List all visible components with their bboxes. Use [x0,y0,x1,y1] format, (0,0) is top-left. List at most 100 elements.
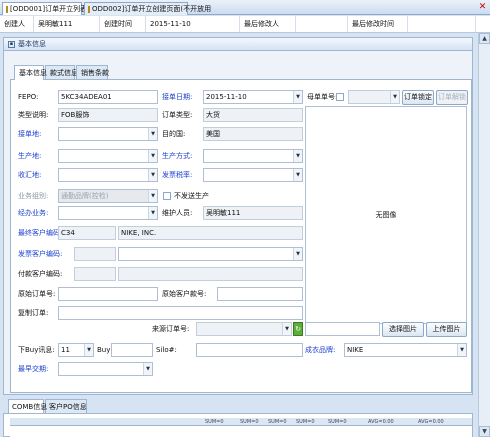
chevron-down-icon[interactable]: ▼ [293,150,302,162]
scroll-up-icon[interactable]: ▲ [479,33,490,44]
document-icon [6,5,8,13]
final-cust-label: 最终客户编码: [18,229,63,237]
tab-customer-po-info[interactable]: 客户PO信息 [45,399,87,413]
order-date-picker[interactable]: 2015-11-10 ▼ [203,90,303,104]
unlock-order-button[interactable]: 订单解锁 [436,90,468,105]
chevron-down-icon[interactable]: ▼ [457,344,466,356]
dest-label: 目的国: [162,130,186,138]
avg-cell: AVG=0.00 [368,419,394,425]
chevron-down-icon[interactable]: ▼ [148,169,157,181]
page-scrollbar[interactable] [478,33,490,437]
type-desc-label: 类型说明: [18,111,49,119]
product-image-placeholder: 无图像 [305,106,467,324]
refresh-icon[interactable]: ↻ [293,322,303,336]
sum-cell: SUM=0 [205,419,224,425]
modified-value [408,16,476,32]
earliest-date-label: 最早交期: [18,365,49,373]
orig-cust-style-label: 原始客户款号: [162,290,207,298]
close-icon[interactable]: ✕ [477,2,488,13]
receipt-place-label: 收汇地: [18,171,42,179]
chevron-down-icon[interactable]: ▼ [148,207,157,219]
sum-cell: SUM=0 [240,419,259,425]
silo-field[interactable] [196,343,303,357]
order-place-label: 接单地: [18,130,42,138]
biz-group-select[interactable]: 通勤品牌(控检) ▼ [58,189,158,203]
created-label: 创建时间 [100,16,146,32]
scroll-down-icon[interactable]: ▼ [479,426,490,437]
tab-label: 客户PO信息 [49,403,87,411]
tab-comb-info[interactable]: COMB信息 [8,399,48,413]
payer-cust-name-field[interactable] [118,267,303,281]
upload-image-button[interactable]: 上传图片 [426,322,467,337]
tab-style-info[interactable]: 款式信息 [45,65,78,79]
image-path-field[interactable] [305,322,380,336]
chevron-down-icon[interactable]: ▼ [148,150,157,162]
creator-label: 创建人 [0,16,34,32]
chevron-down-icon[interactable]: ▼ [293,169,302,181]
invoice-tax-select[interactable]: ▼ [203,168,303,182]
lock-order-button[interactable]: 订单锁定 [402,90,434,105]
prod-place-select[interactable]: ▼ [58,149,158,163]
receipt-place-select[interactable]: ▼ [58,168,158,182]
orig-order-field[interactable] [58,287,158,301]
tab-basic-info[interactable]: 基本信息 [14,65,47,80]
avg-cell: AVG=0.00 [418,419,444,425]
buy-info-label: 下Buy讯息: [18,346,55,354]
chevron-down-icon[interactable]: ▼ [148,128,157,140]
type-desc-field: FOB服饰 [58,108,158,122]
tab-label: 基本信息 [19,69,47,77]
window-tab-order-create[interactable]: ODD002]订单开立创建页面(不开放用 [84,2,211,15]
brand-label: 成衣品牌: [305,346,336,354]
dest-field: 美国 [203,127,303,141]
document-icon [88,5,90,13]
no-ship-checkbox[interactable] [163,192,171,200]
buy-period-select[interactable]: 11 ▼ [58,343,94,357]
biz-group-value: 通勤品牌(控检) [61,192,109,200]
buy-field[interactable] [111,343,153,357]
orig-cust-style-field[interactable] [217,287,303,301]
brand-select[interactable]: NIKE ▼ [344,343,467,357]
panel-header[interactable]: ▪ 基本信息 [3,37,473,51]
brand-value: NIKE [347,346,364,354]
chevron-down-icon[interactable]: ▼ [84,344,93,356]
chevron-down-icon[interactable]: ▼ [148,190,157,202]
select-image-button[interactable]: 选择图片 [382,322,424,337]
modifier-value [296,16,348,32]
fepo-label: FEPO: [18,93,39,101]
invoice-cust-select[interactable]: ▼ [118,247,303,261]
order-type-field: 大货 [203,108,303,122]
prod-place-label: 生产地: [18,152,42,160]
source-order-label: 来源订单号: [152,325,190,333]
chevron-down-icon[interactable]: ▼ [143,363,152,375]
earliest-date-picker[interactable]: ▼ [58,362,153,376]
mother-order-select[interactable]: ▼ [348,90,400,104]
copy-order-field[interactable] [58,306,303,320]
source-order-select[interactable]: ▼ [196,322,292,336]
window-tab-label: ODD002]订单开立创建页面(不开放用 [92,5,212,13]
chevron-down-icon[interactable]: ▼ [293,91,302,103]
order-date-value: 2015-11-10 [206,93,247,101]
tab-label: 款式信息 [50,69,78,77]
biz-group-label: 业务组别: [18,192,49,200]
modifier-label: 最后修改人 [240,16,296,32]
payer-cust-code-field[interactable] [74,267,116,281]
invoice-tax-label: 发票税率: [162,171,193,179]
prod-mode-select[interactable]: ▼ [203,149,303,163]
invoice-cust-code-field[interactable] [74,247,116,261]
collapse-icon[interactable]: ▪ [8,40,15,48]
window-tab-order-list[interactable]: [ODD001]订单开立列表明细 [2,2,101,15]
chevron-down-icon[interactable]: ▼ [293,248,302,260]
comb-grid-body[interactable] [10,427,472,437]
chevron-down-icon[interactable]: ▼ [390,91,399,103]
tab-label: COMB信息 [12,403,48,411]
orig-order-label: 原始订单号: [18,290,56,298]
order-place-select[interactable]: ▼ [58,127,158,141]
chevron-down-icon[interactable]: ▼ [282,323,291,335]
tab-sales-terms[interactable]: 销售条款 [76,65,109,79]
fepo-field[interactable]: 5KC34ADEA01 [58,90,158,104]
no-image-text: 无图像 [375,211,397,219]
handler-select[interactable]: ▼ [58,206,158,220]
mother-order-checkbox[interactable] [336,93,344,101]
maintainer-label: 维护人员: [162,209,193,217]
invoice-cust-label: 发票客户编码: [18,250,63,258]
